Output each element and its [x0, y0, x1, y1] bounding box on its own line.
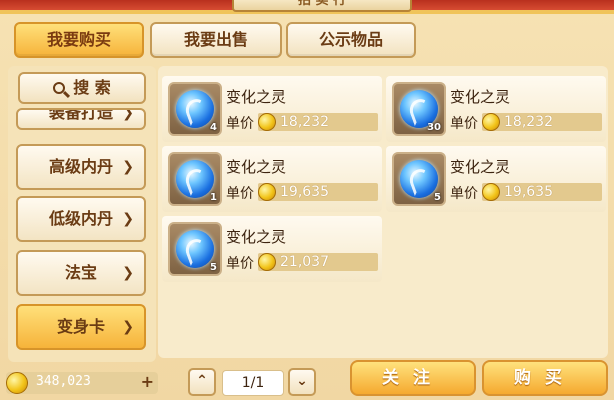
item-slot: 4: [168, 82, 222, 136]
price-row: 单价 19,635: [226, 182, 378, 202]
item-name: 变化之灵: [226, 88, 287, 106]
chevron-right-icon: ❯: [122, 211, 134, 227]
chevron-right-icon: ❯: [122, 319, 134, 335]
item-quantity: 1: [210, 192, 217, 203]
gold-coin-icon: [258, 183, 276, 201]
item-name: 变化之灵: [450, 88, 511, 106]
price-label: 单价: [226, 186, 254, 202]
gold-coin-icon: [482, 113, 500, 131]
chevron-down-icon: ⌄: [296, 373, 308, 389]
price-row: 单价 19,635: [450, 182, 602, 202]
chevron-right-icon: ❯: [122, 265, 134, 281]
listing-item[interactable]: 5 变化之灵 单价 19,635: [386, 146, 606, 212]
listing-item[interactable]: 4 变化之灵 单价 18,232: [162, 76, 382, 142]
search-label: 搜 索: [73, 78, 111, 97]
price-field: 18,232: [258, 113, 378, 131]
listing-item[interactable]: 30 变化之灵 单价 18,232: [386, 76, 606, 142]
sidebar-item-transform-card[interactable]: 变身卡 ❯: [16, 304, 146, 350]
window-title: 拍 卖 行: [232, 0, 412, 12]
price-value: 18,232: [504, 114, 553, 130]
gold-coin-icon: [258, 113, 276, 131]
sidebar-item-equipment-forge[interactable]: 装备打造 ❯: [16, 108, 146, 130]
tab-public-items[interactable]: 公示物品: [286, 22, 416, 58]
chevron-right-icon: ❯: [122, 159, 134, 175]
price-row: 单价 18,232: [226, 112, 378, 132]
price-field: 21,037: [258, 253, 378, 271]
item-quantity: 5: [434, 192, 441, 203]
prev-page-button[interactable]: ⌃: [188, 368, 216, 396]
listing-item[interactable]: 1 变化之灵 单价 19,635: [162, 146, 382, 212]
price-field: 18,232: [482, 113, 602, 131]
add-money-button[interactable]: +: [141, 374, 154, 390]
item-name: 变化之灵: [226, 158, 287, 176]
listing-item[interactable]: 5 变化之灵 单价 21,037: [162, 216, 382, 282]
price-label: 单价: [450, 116, 478, 132]
money-display: 348,023 +: [6, 372, 158, 394]
price-label: 单价: [226, 256, 254, 272]
price-value: 19,635: [504, 184, 553, 200]
price-row: 单价 21,037: [226, 252, 378, 272]
search-button[interactable]: 搜 索: [18, 72, 146, 104]
price-label: 单价: [226, 116, 254, 132]
item-slot: 30: [392, 82, 446, 136]
search-icon: [53, 82, 66, 94]
buy-button[interactable]: 购买: [482, 360, 608, 396]
sidebar-item-magic-treasure[interactable]: 法宝 ❯: [16, 250, 146, 296]
item-quantity: 4: [210, 122, 217, 133]
item-name: 变化之灵: [450, 158, 511, 176]
item-quantity: 5: [210, 262, 217, 273]
tab-buy[interactable]: 我要购买: [14, 22, 144, 58]
blue-orb-icon: [176, 90, 214, 128]
item-quantity: 30: [427, 122, 441, 133]
item-slot: 1: [168, 152, 222, 206]
gold-coin-icon: [6, 372, 28, 394]
follow-button[interactable]: 关注: [350, 360, 476, 396]
sidebar-item-basic-neidan[interactable]: 低级内丹 ❯: [16, 196, 146, 242]
price-value: 18,232: [280, 114, 329, 130]
item-name: 变化之灵: [226, 228, 287, 246]
item-slot: 5: [168, 222, 222, 276]
tab-sell[interactable]: 我要出售: [150, 22, 282, 58]
chevron-right-icon: ❯: [122, 108, 134, 121]
gold-coin-icon: [482, 183, 500, 201]
sidebar-item-label: 装备打造: [48, 108, 113, 122]
next-page-button[interactable]: ⌄: [288, 368, 316, 396]
gold-coin-icon: [258, 253, 276, 271]
sidebar-item-label: 高级内丹: [48, 157, 113, 176]
sidebar-item-label: 低级内丹: [48, 209, 113, 228]
price-value: 19,635: [280, 184, 329, 200]
price-field: 19,635: [482, 183, 602, 201]
money-value: 348,023: [36, 374, 91, 389]
chevron-up-icon: ⌃: [196, 373, 208, 389]
page-indicator: 1/1: [222, 370, 284, 396]
item-slot: 5: [392, 152, 446, 206]
price-field: 19,635: [258, 183, 378, 201]
sidebar-item-label: 变身卡: [56, 317, 105, 336]
price-value: 21,037: [280, 254, 329, 270]
sidebar-item-label: 法宝: [64, 263, 97, 282]
price-label: 单价: [450, 186, 478, 202]
blue-orb-icon: [400, 160, 438, 198]
blue-orb-icon: [176, 230, 214, 268]
sidebar-item-advanced-neidan[interactable]: 高级内丹 ❯: [16, 144, 146, 190]
price-row: 单价 18,232: [450, 112, 602, 132]
blue-orb-icon: [176, 160, 214, 198]
